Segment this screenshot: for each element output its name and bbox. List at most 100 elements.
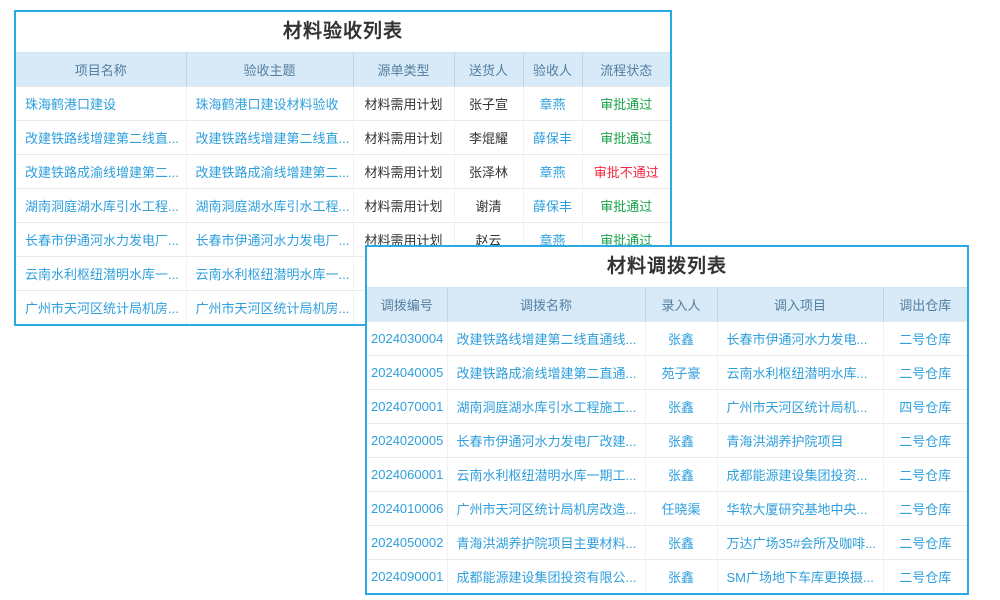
entry-person-link[interactable]: 张鑫 [645,458,717,492]
transfer-name-link[interactable]: 成都能源建设集团投资有限公... [447,560,645,594]
out-warehouse-link[interactable]: 四号仓库 [883,390,967,424]
table-row: 2024090001 成都能源建设集团投资有限公... 张鑫 SM广场地下车库更… [367,560,967,594]
table-row: 2024010006 广州市天河区统计局机房改造... 任晓渠 华软大厦研究基地… [367,492,967,526]
transfer-code-link[interactable]: 2024090001 [367,560,447,594]
acceptance-subject-link[interactable]: 长春市伊通河水力发电厂... [186,223,353,257]
transfer-code-link[interactable]: 2024010006 [367,492,447,526]
in-project-link[interactable]: 华软大厦研究基地中央... [717,492,883,526]
acceptor-link[interactable]: 薛保丰 [523,121,582,155]
table-row: 湖南洞庭湖水库引水工程... 湖南洞庭湖水库引水工程... 材料需用计划 谢清 … [16,189,670,223]
col-header-deliverer: 送货人 [454,53,523,87]
table-row: 2024060001 云南水利枢纽潜明水库一期工... 张鑫 成都能源建设集团投… [367,458,967,492]
transfer-name-link[interactable]: 改建铁路线增建第二线直通线... [447,322,645,356]
entry-person-link[interactable]: 张鑫 [645,390,717,424]
deliverer-cell: 张子宣 [454,87,523,121]
table-row: 2024020005 长春市伊通河水力发电厂改建... 张鑫 青海洪湖养护院项目… [367,424,967,458]
in-project-link[interactable]: 云南水利枢纽潜明水库... [717,356,883,390]
col-header-project-name: 项目名称 [16,53,186,87]
out-warehouse-link[interactable]: 二号仓库 [883,458,967,492]
table-row: 2024040005 改建铁路成渝线增建第二直通... 苑子豪 云南水利枢纽潜明… [367,356,967,390]
table-row: 珠海鹤港口建设 珠海鹤港口建设材料验收 材料需用计划 张子宣 章燕 审批通过 [16,87,670,121]
transfer-name-link[interactable]: 改建铁路成渝线增建第二直通... [447,356,645,390]
status-badge: 审批通过 [600,199,652,214]
out-warehouse-link[interactable]: 二号仓库 [883,322,967,356]
transfer-list-title: 材料调拨列表 [367,247,967,288]
acceptor-link[interactable]: 章燕 [523,87,582,121]
col-header-entry-person: 录入人 [645,288,717,322]
table-row: 改建铁路成渝线增建第二... 改建铁路成渝线增建第二... 材料需用计划 张泽林… [16,155,670,189]
entry-person-link[interactable]: 张鑫 [645,424,717,458]
acceptance-subject-link[interactable]: 改建铁路线增建第二线直... [186,121,353,155]
transfer-name-link[interactable]: 青海洪湖养护院项目主要材料... [447,526,645,560]
transfer-table: 调拨编号 调拨名称 录入人 调入项目 调出仓库 2024030004 改建铁路线… [367,288,967,593]
flow-status-cell: 审批通过 [582,121,670,155]
status-badge: 审批不通过 [594,165,659,180]
acceptance-subject-link[interactable]: 湖南洞庭湖水库引水工程... [186,189,353,223]
col-header-flow-status: 流程状态 [582,53,670,87]
table-row: 2024050002 青海洪湖养护院项目主要材料... 张鑫 万达广场35#会所… [367,526,967,560]
transfer-list-panel: 材料调拨列表 调拨编号 调拨名称 录入人 调入项目 调出仓库 202403000… [365,245,969,595]
in-project-link[interactable]: 广州市天河区统计局机... [717,390,883,424]
project-name-link[interactable]: 珠海鹤港口建设 [16,87,186,121]
transfer-code-link[interactable]: 2024020005 [367,424,447,458]
project-name-link[interactable]: 云南水利枢纽潜明水库一... [16,257,186,291]
acceptance-subject-link[interactable]: 改建铁路成渝线增建第二... [186,155,353,189]
flow-status-cell: 审批不通过 [582,155,670,189]
project-name-link[interactable]: 长春市伊通河水力发电厂... [16,223,186,257]
project-name-link[interactable]: 改建铁路成渝线增建第二... [16,155,186,189]
col-header-transfer-name: 调拨名称 [447,288,645,322]
out-warehouse-link[interactable]: 二号仓库 [883,356,967,390]
in-project-link[interactable]: 万达广场35#会所及咖啡... [717,526,883,560]
acceptor-link[interactable]: 章燕 [523,155,582,189]
col-header-out-warehouse: 调出仓库 [883,288,967,322]
col-header-source-type: 源单类型 [353,53,454,87]
transfer-name-link[interactable]: 云南水利枢纽潜明水库一期工... [447,458,645,492]
acceptance-subject-link[interactable]: 珠海鹤港口建设材料验收 [186,87,353,121]
transfer-code-link[interactable]: 2024040005 [367,356,447,390]
transfer-name-link[interactable]: 广州市天河区统计局机房改造... [447,492,645,526]
transfer-header-row: 调拨编号 调拨名称 录入人 调入项目 调出仓库 [367,288,967,322]
col-header-acceptor: 验收人 [523,53,582,87]
source-type-cell: 材料需用计划 [353,155,454,189]
out-warehouse-link[interactable]: 二号仓库 [883,492,967,526]
out-warehouse-link[interactable]: 二号仓库 [883,560,967,594]
out-warehouse-link[interactable]: 二号仓库 [883,424,967,458]
in-project-link[interactable]: 成都能源建设集团投资... [717,458,883,492]
page: 材料验收列表 项目名称 验收主题 源单类型 送货人 验收人 流程状态 珠海鹤港口… [0,0,1000,600]
source-type-cell: 材料需用计划 [353,189,454,223]
col-header-acceptance-subject: 验收主题 [186,53,353,87]
transfer-code-link[interactable]: 2024060001 [367,458,447,492]
entry-person-link[interactable]: 苑子豪 [645,356,717,390]
flow-status-cell: 审批通过 [582,189,670,223]
col-header-in-project: 调入项目 [717,288,883,322]
source-type-cell: 材料需用计划 [353,87,454,121]
acceptor-link[interactable]: 薛保丰 [523,189,582,223]
transfer-code-link[interactable]: 2024050002 [367,526,447,560]
acceptance-header-row: 项目名称 验收主题 源单类型 送货人 验收人 流程状态 [16,53,670,87]
transfer-name-link[interactable]: 湖南洞庭湖水库引水工程施工... [447,390,645,424]
transfer-name-link[interactable]: 长春市伊通河水力发电厂改建... [447,424,645,458]
in-project-link[interactable]: 长春市伊通河水力发电... [717,322,883,356]
col-header-transfer-code: 调拨编号 [367,288,447,322]
deliverer-cell: 张泽林 [454,155,523,189]
entry-person-link[interactable]: 张鑫 [645,560,717,594]
acceptance-subject-link[interactable]: 云南水利枢纽潜明水库一... [186,257,353,291]
status-badge: 审批通过 [600,131,652,146]
project-name-link[interactable]: 广州市天河区统计局机房... [16,291,186,325]
out-warehouse-link[interactable]: 二号仓库 [883,526,967,560]
transfer-code-link[interactable]: 2024030004 [367,322,447,356]
source-type-cell: 材料需用计划 [353,121,454,155]
project-name-link[interactable]: 改建铁路线增建第二线直... [16,121,186,155]
project-name-link[interactable]: 湖南洞庭湖水库引水工程... [16,189,186,223]
deliverer-cell: 谢清 [454,189,523,223]
entry-person-link[interactable]: 任晓渠 [645,492,717,526]
in-project-link[interactable]: SM广场地下车库更换摄... [717,560,883,594]
acceptance-list-title: 材料验收列表 [16,12,670,53]
entry-person-link[interactable]: 张鑫 [645,322,717,356]
entry-person-link[interactable]: 张鑫 [645,526,717,560]
transfer-code-link[interactable]: 2024070001 [367,390,447,424]
deliverer-cell: 李焜耀 [454,121,523,155]
status-badge: 审批通过 [600,97,652,112]
in-project-link[interactable]: 青海洪湖养护院项目 [717,424,883,458]
acceptance-subject-link[interactable]: 广州市天河区统计局机房... [186,291,353,325]
